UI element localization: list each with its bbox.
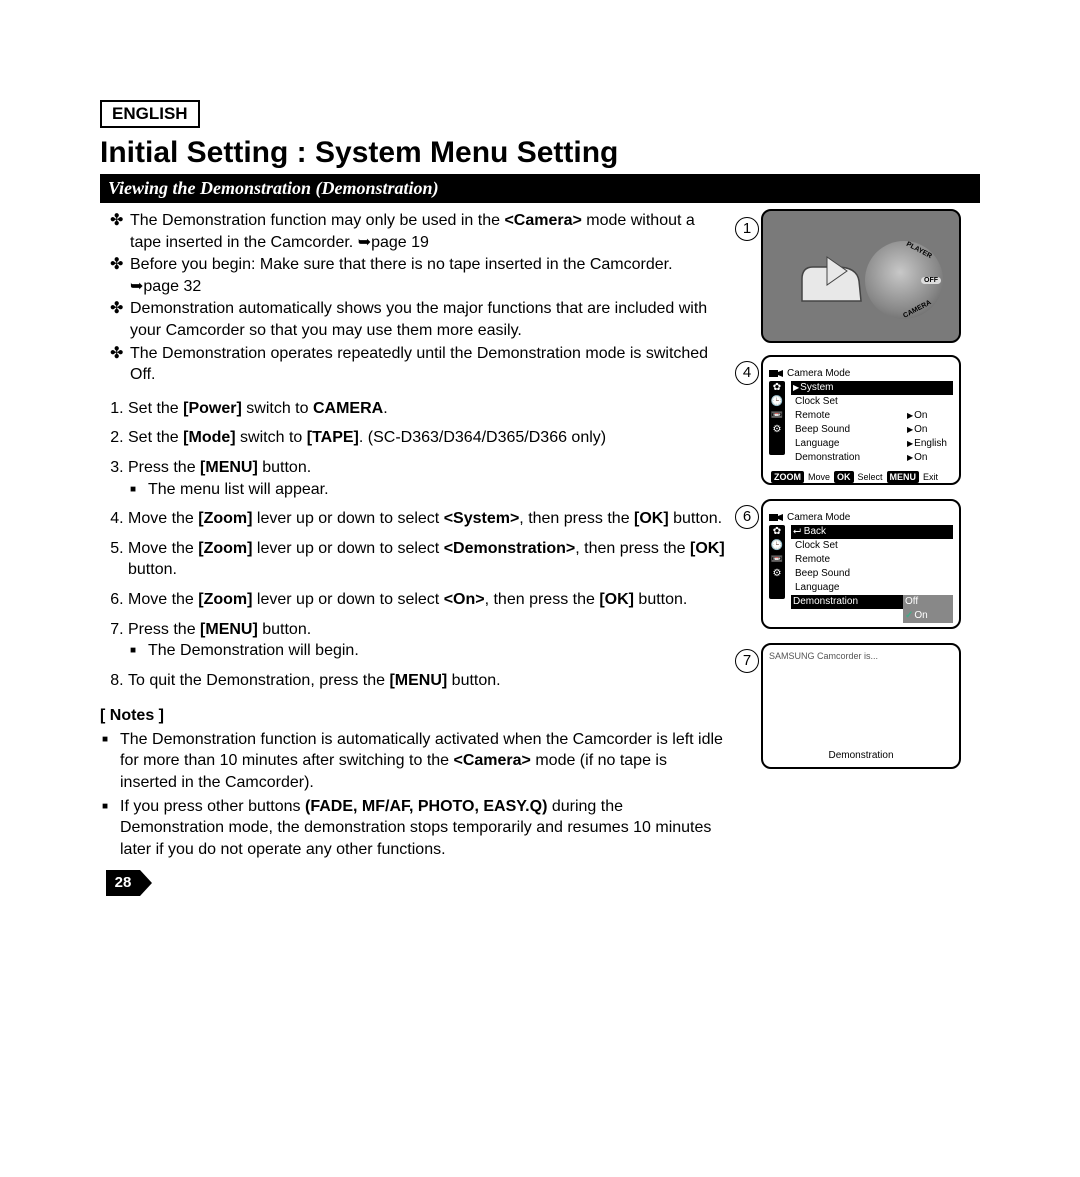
osd-item: Beep Sound (791, 423, 907, 437)
intro-bullet: Before you begin: Make sure that there i… (100, 254, 725, 297)
camcorder-icon (769, 512, 783, 522)
demo-bottom-text: Demonstration (763, 750, 959, 761)
page-title: Initial Setting : System Menu Setting (100, 136, 980, 170)
figure-column: 1 PLAYER OFF CAMERA 4 Camera Mode ✿🕒📼⚙ S… (735, 209, 980, 896)
hand-icon (797, 251, 867, 307)
figure-power-switch: PLAYER OFF CAMERA (761, 209, 961, 343)
figure-demo-screen: SAMSUNG Camcorder is... Demonstration (761, 643, 961, 769)
step: Move the [Zoom] lever up or down to sele… (128, 589, 725, 611)
step: Set the [Mode] switch to [TAPE]. (SC-D36… (128, 427, 725, 449)
step-sub: The Demonstration will begin. (128, 640, 725, 662)
step: Move the [Zoom] lever up or down to sele… (128, 508, 725, 530)
page-number: 28 (106, 870, 140, 896)
power-dial-icon: PLAYER OFF CAMERA (865, 241, 943, 319)
figure-osd-demo: Camera Mode ✿🕒📼⚙ ⮠ Back Clock Set Remote… (761, 499, 961, 629)
figure-number: 6 (735, 505, 759, 529)
osd-item: Remote (791, 409, 907, 423)
osd-item-back: ⮠ Back (791, 525, 953, 539)
osd-item: Remote (791, 553, 953, 567)
osd-sidebar: ✿🕒📼⚙ (769, 381, 785, 455)
osd-item-demo: Demonstration (791, 595, 903, 609)
intro-bullet: Demonstration automatically shows you th… (100, 298, 725, 341)
figure-osd-system: Camera Mode ✿🕒📼⚙ System Clock Set Remote… (761, 355, 961, 485)
osd-footer: ZOOMMoveOKSelectMENUExit (771, 471, 953, 483)
step: To quit the Demonstration, press the [ME… (128, 670, 725, 692)
step: Set the [Power] switch to CAMERA. (128, 398, 725, 420)
osd-sidebar: ✿🕒📼⚙ (769, 525, 785, 599)
demo-top-text: SAMSUNG Camcorder is... (769, 651, 953, 661)
section-subtitle: Viewing the Demonstration (Demonstration… (100, 174, 980, 203)
camcorder-icon (769, 368, 783, 378)
figure-number: 7 (735, 649, 759, 673)
language-badge: ENGLISH (100, 100, 200, 128)
step: Move the [Zoom] lever up or down to sele… (128, 538, 725, 581)
figure-number: 4 (735, 361, 759, 385)
step-sub: The menu list will appear. (128, 479, 725, 501)
intro-bullet: The Demonstration operates repeatedly un… (100, 343, 725, 386)
note-item: If you press other buttons (FADE, MF/AF,… (100, 796, 725, 861)
step: Press the [MENU] button. The Demonstrati… (128, 619, 725, 662)
notes-heading: [ Notes ] (100, 705, 725, 727)
figure-number: 1 (735, 217, 759, 241)
osd-item: Language (791, 437, 907, 451)
osd-item: Clock Set (791, 539, 953, 553)
osd-item: Clock Set (791, 395, 907, 409)
osd-item-system: System (791, 381, 953, 395)
osd-item: Beep Sound (791, 567, 953, 581)
note-item: The Demonstration function is automatica… (100, 729, 725, 794)
osd-item: Demonstration (791, 451, 907, 465)
osd-item: Language (791, 581, 953, 595)
steps-list: Set the [Power] switch to CAMERA. Set th… (100, 398, 725, 692)
manual-page: ENGLISH Initial Setting : System Menu Se… (0, 0, 1080, 1177)
body-text: The Demonstration function may only be u… (100, 209, 735, 896)
step: Press the [MENU] button. The menu list w… (128, 457, 725, 500)
intro-bullet: The Demonstration function may only be u… (100, 210, 725, 253)
